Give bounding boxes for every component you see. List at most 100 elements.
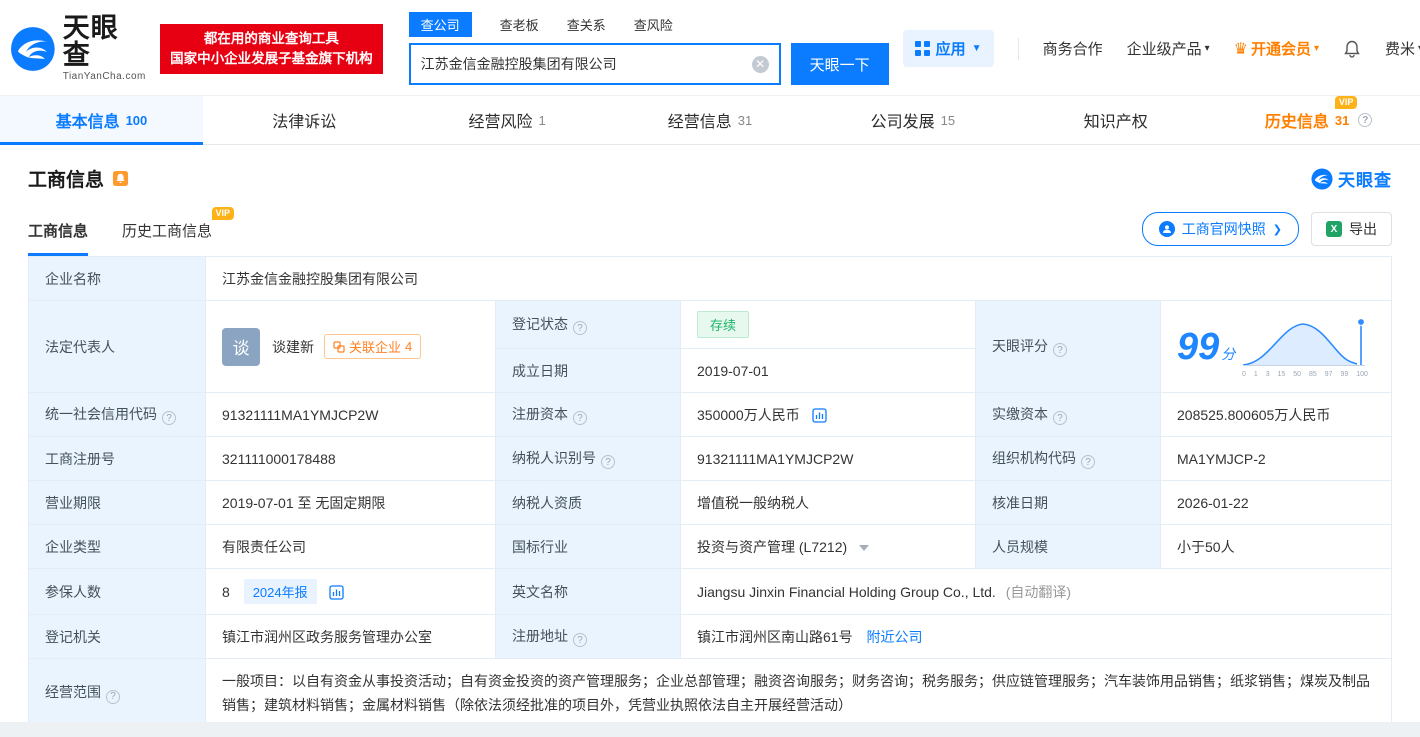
snapshot-icon [1159,221,1175,237]
reg-capital-value: 350000万人民币 [681,393,976,437]
search-input[interactable] [421,56,752,72]
insured-detail-icon[interactable] [329,585,344,600]
user-menu[interactable]: 费米 ▾ [1385,38,1420,59]
help-icon[interactable]: ? [601,455,615,469]
menu-enterprise[interactable]: 企业级产品 ▾ [1127,38,1210,59]
legal-rep-name-link[interactable]: 谈建新 [272,337,314,357]
tab-business-info[interactable]: 经营信息 31 [609,96,812,144]
grid-icon [915,41,930,56]
table-row: 工商注册号 321111000178488 纳税人识别号? 91321111MA… [29,437,1392,481]
score-curve-chart: 0131550859799100 [1241,316,1369,378]
table-row: 营业期限 2019-07-01 至 无固定期限 纳税人资质 增值税一般纳税人 核… [29,481,1392,525]
reg-authority-value: 镇江市润州区政务服务管理办公室 [206,615,496,659]
paid-capital-value: 208525.800605万人民币 [1161,393,1392,437]
menu-cooperation[interactable]: 商务合作 [1043,38,1103,59]
search-button[interactable]: 天眼一下 [791,43,889,85]
help-icon[interactable]: ? [1358,113,1372,127]
crown-icon: ♛ [1234,39,1248,59]
tab-intellectual-property[interactable]: 知识产权 [1014,96,1217,144]
business-scope-value: 一般项目：以自有资金从事投资活动；自有资金投资的资产管理服务；企业总部管理；融资… [206,659,1392,723]
help-icon[interactable]: ? [573,633,587,647]
help-icon[interactable]: ? [1053,411,1067,425]
tab-business-risk[interactable]: 经营风险 1 [406,96,609,144]
table-row: 企业名称 江苏金信金融控股集团有限公司 [29,257,1392,301]
chevron-down-icon: ▾ [1205,43,1210,54]
score-label: 天眼评分? [976,301,1161,393]
industry-label: 国标行业 [496,525,681,569]
chevron-down-icon: ▼ [972,43,982,54]
menu-vip[interactable]: ♛ 开通会员 ▾ [1234,38,1319,59]
subtab-history-business-info[interactable]: 历史工商信息 VIP [122,220,212,256]
annual-report-badge[interactable]: 2024年报 [244,579,317,604]
table-row: 法定代表人 谈 谈建新 关联企业 4 [29,301,1392,349]
business-term-value: 2019-07-01 至 无固定期限 [206,481,496,525]
help-icon[interactable]: ? [1081,455,1095,469]
tianyancha-mini-icon [1311,168,1333,190]
search-tab-risk[interactable]: 查风险 [634,12,673,37]
notification-bell[interactable] [1343,40,1361,58]
legal-rep-cell: 谈 谈建新 关联企业 4 [206,301,496,393]
taxpayer-id-label: 纳税人识别号? [496,437,681,481]
table-row: 经营范围? 一般项目：以自有资金从事投资活动；自有资金投资的资产管理服务；企业总… [29,659,1392,723]
chevron-down-icon[interactable] [859,545,869,551]
table-row: 企业类型 有限责任公司 国标行业 投资与资产管理 (L7212) 人员规模 小于… [29,525,1392,569]
capital-detail-icon[interactable] [812,408,827,423]
company-type-label: 企业类型 [29,525,206,569]
table-row: 参保人数 8 2024年报 英文名称 Jiangsu [29,569,1392,615]
apps-button[interactable]: 应用 ▼ [903,30,994,67]
establish-date-value: 2019-07-01 [681,349,976,393]
legal-rep-label: 法定代表人 [29,301,206,393]
uscc-value: 91321111MA1YMJCP2W [206,393,496,437]
top-menu: 应用 ▼ 商务合作 企业级产品 ▾ ♛ 开通会员 ▾ 费米 [903,30,1420,67]
tianyancha-logo[interactable]: 天眼查 TianYanCha.com [10,15,146,82]
tab-company-development[interactable]: 公司发展 15 [811,96,1014,144]
subscribe-bell-icon[interactable] [112,170,129,187]
help-icon[interactable]: ? [573,411,587,425]
search-tab-relation[interactable]: 查关系 [567,12,606,37]
avatar[interactable]: 谈 [222,328,260,366]
clear-icon[interactable]: ✕ [752,56,769,73]
page: 天眼查 TianYanCha.com 都在用的商业查询工具 国家中小企业发展子基… [0,0,1420,722]
table-row: 登记机关 镇江市润州区政务服务管理办公室 注册地址? 镇江市润州区南山路61号 … [29,615,1392,659]
official-snapshot-button[interactable]: 工商官网快照 ❯ [1142,212,1299,246]
search-tab-company[interactable]: 查公司 [409,12,472,37]
section-head: 工商信息 天眼查 [0,145,1420,198]
help-icon[interactable]: ? [162,411,176,425]
main-nav-tabs: 基本信息 100 法律诉讼 经营风险 1 经营信息 31 公司发展 15 [0,95,1420,145]
company-name-value: 江苏金信金融控股集团有限公司 [206,257,1392,301]
approval-date-label: 核准日期 [976,481,1161,525]
taxpayer-id-value: 91321111MA1YMJCP2W [681,437,976,481]
tab-legal-litigation[interactable]: 法律诉讼 [203,96,406,144]
tianyancha-logo-icon [10,26,56,72]
taxpayer-quality-value: 增值税一般纳税人 [681,481,976,525]
help-icon[interactable]: ? [106,690,120,704]
subtab-business-info[interactable]: 工商信息 [28,220,88,256]
uscc-label: 统一社会信用代码? [29,393,206,437]
related-companies-tag[interactable]: 关联企业 4 [324,334,421,359]
staff-size-value: 小于50人 [1161,525,1392,569]
approval-date-value: 2026-01-22 [1161,481,1392,525]
org-code-value: MA1YMJCP-2 [1161,437,1392,481]
brand-name: 天眼查 [63,15,146,69]
nearby-companies-link[interactable]: 附近公司 [866,629,922,645]
reg-status-label: 登记状态? [496,301,681,349]
insured-count-label: 参保人数 [29,569,206,615]
tab-history-info[interactable]: 历史信息 31 VIP ? [1217,96,1420,144]
bell-icon [1343,40,1361,58]
reg-address-label: 注册地址? [496,615,681,659]
subtab-row: 工商信息 历史工商信息 VIP 工商官网快照 ❯ [0,198,1420,256]
related-companies-icon [333,341,345,353]
tab-basic-info[interactable]: 基本信息 100 [0,96,203,144]
export-button[interactable]: X 导出 [1311,212,1392,246]
score-value[interactable]: 99 [1177,326,1219,368]
chevron-down-icon: ▾ [1314,43,1319,54]
help-icon[interactable]: ? [1053,343,1067,357]
help-icon[interactable]: ? [573,321,587,335]
apps-label: 应用 [936,38,966,59]
industry-value: 投资与资产管理 (L7212) [681,525,976,569]
divider [1018,38,1019,60]
search-tab-boss[interactable]: 查老板 [500,12,539,37]
company-type-value: 有限责任公司 [206,525,496,569]
staff-size-label: 人员规模 [976,525,1161,569]
insured-count-value: 8 2024年报 [206,569,496,615]
